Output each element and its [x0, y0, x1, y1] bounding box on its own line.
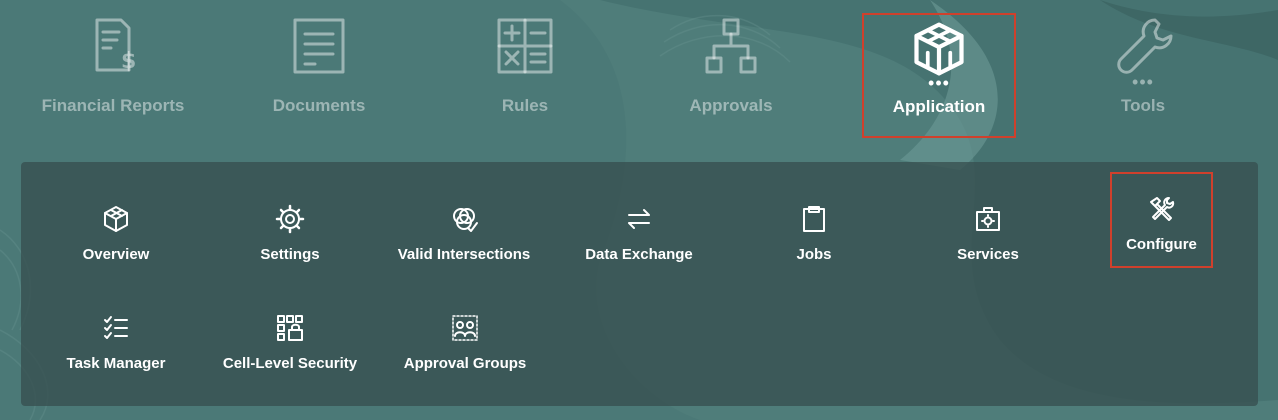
- card-label: Jobs: [796, 246, 832, 263]
- card-label: Valid Intersections: [397, 246, 531, 263]
- card-valid-intersections[interactable]: Valid Intersections: [389, 174, 539, 270]
- card-label: Task Manager: [66, 355, 166, 372]
- cell-level-security-icon: [277, 315, 303, 341]
- nav-financial-reports[interactable]: $ Financial Reports: [38, 10, 188, 138]
- card-cell-level-security[interactable]: Cell-Level Security: [215, 283, 365, 379]
- nav-label: Documents: [272, 96, 366, 115]
- valid-intersections-icon: [453, 208, 478, 232]
- more-dots: •••: [1132, 72, 1154, 92]
- nav-tools[interactable]: ••• Tools: [1068, 10, 1218, 138]
- services-icon: [976, 207, 1000, 231]
- overview-icon: [104, 206, 128, 232]
- card-data-exchange[interactable]: Data Exchange: [564, 174, 714, 270]
- task-manager-icon: [104, 316, 128, 339]
- nav-rules[interactable]: Rules: [450, 10, 600, 138]
- card-approval-groups[interactable]: Approval Groups: [390, 283, 540, 379]
- card-label: Services: [957, 246, 1019, 263]
- documents-icon: [293, 18, 345, 74]
- card-task-manager[interactable]: Task Manager: [41, 283, 191, 379]
- top-navigation: $ Financial Reports Documents Rules Appr…: [0, 0, 1278, 150]
- nav-label: Application: [892, 97, 986, 116]
- card-overview[interactable]: Overview: [41, 174, 191, 270]
- card-label: Cell-Level Security: [222, 355, 358, 372]
- card-jobs[interactable]: Jobs: [739, 174, 889, 270]
- card-services[interactable]: Services: [913, 174, 1063, 270]
- card-label: Data Exchange: [585, 246, 693, 263]
- nav-approvals[interactable]: Approvals: [656, 10, 806, 138]
- more-dots: •••: [928, 73, 950, 93]
- card-label: Approval Groups: [403, 355, 527, 372]
- nav-label: Approvals: [689, 96, 773, 115]
- approval-groups-icon: [452, 315, 478, 341]
- nav-documents[interactable]: Documents: [244, 10, 394, 138]
- svg-text:$: $: [121, 49, 136, 74]
- settings-gear-icon: [275, 204, 305, 234]
- jobs-clipboard-icon: [803, 206, 825, 232]
- approvals-icon: [705, 18, 757, 74]
- financial-reports-icon: $: [95, 18, 136, 74]
- nav-label: Financial Reports: [41, 96, 185, 115]
- card-label: Configure: [1126, 236, 1197, 253]
- application-icon: [914, 22, 964, 76]
- nav-label: Tools: [1120, 96, 1166, 115]
- nav-application[interactable]: ••• Application: [862, 13, 1016, 138]
- configure-tools-icon: [1149, 197, 1174, 221]
- nav-label: Rules: [501, 96, 549, 115]
- card-label: Overview: [82, 246, 150, 263]
- card-label: Settings: [260, 246, 320, 263]
- data-exchange-icon: [628, 209, 650, 229]
- card-settings[interactable]: Settings: [215, 174, 365, 270]
- application-submenu-panel: Overview Settings Valid Intersections Da…: [21, 162, 1258, 406]
- tools-icon: [1117, 18, 1173, 74]
- rules-icon: [497, 18, 553, 74]
- card-configure[interactable]: Configure: [1110, 172, 1213, 268]
